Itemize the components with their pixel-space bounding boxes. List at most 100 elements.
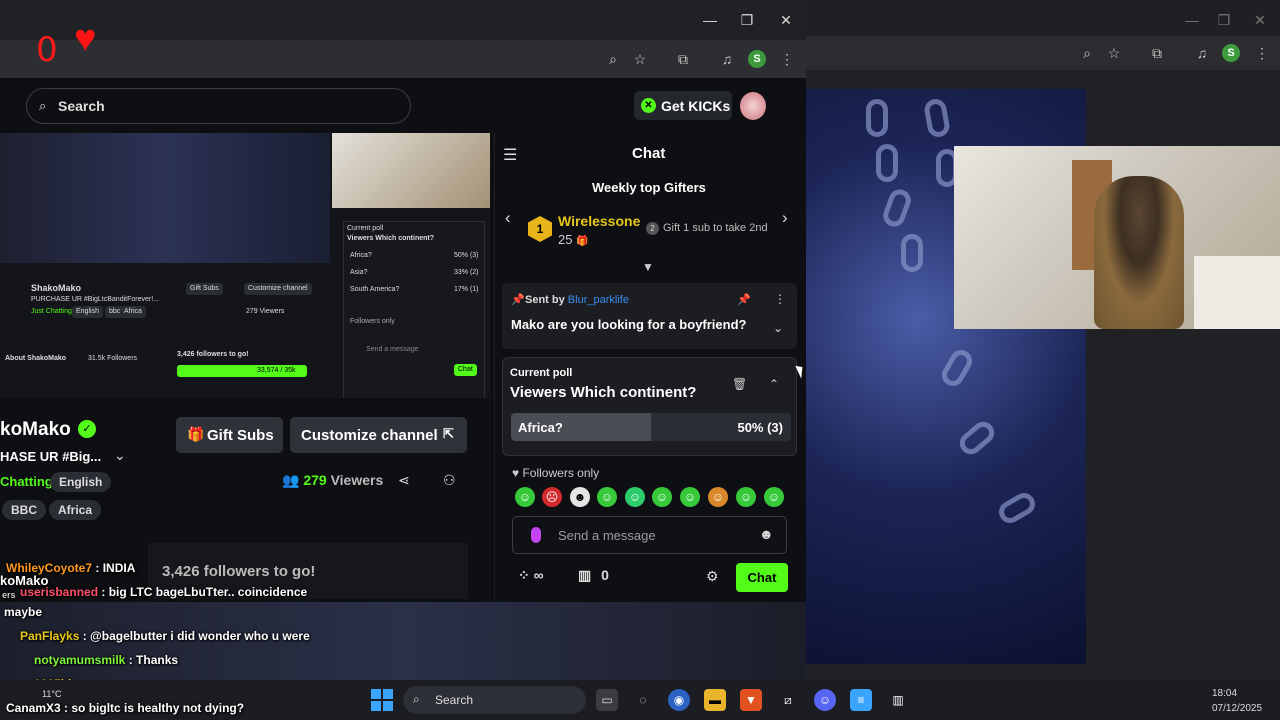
media-icon[interactable]: ♫: [716, 48, 738, 70]
more-options-icon[interactable]: ⋮: [774, 292, 786, 306]
chat-user: userisbanned: [20, 585, 99, 599]
mini-viewers: 279 Viewers: [246, 308, 285, 315]
trash-icon[interactable]: 🗑: [732, 377, 747, 391]
emote-icon[interactable]: ☺: [708, 487, 728, 507]
menu-icon[interactable]: ⋮: [776, 48, 798, 70]
zoom-icon[interactable]: ⌕: [1076, 42, 1098, 64]
emote-icon[interactable]: ☺: [625, 487, 645, 507]
avatar[interactable]: [740, 92, 766, 120]
poll-question: Viewers Which continent?: [510, 384, 697, 401]
tag-language[interactable]: English: [50, 472, 112, 492]
chat-send-button[interactable]: Chat: [736, 563, 788, 592]
clock-time[interactable]: 18:04: [1212, 688, 1237, 699]
emote-icon[interactable]: ☺: [736, 487, 756, 507]
nested-screen: [0, 133, 330, 263]
chevron-down-icon[interactable]: ⌄: [773, 321, 783, 335]
rank-2-icon: 2: [646, 222, 659, 235]
chat-identity-icon[interactable]: [531, 527, 541, 543]
chat-text: : Thanks: [128, 653, 179, 667]
mini-poll-label: Current poll: [347, 225, 384, 232]
unpin-icon[interactable]: 📌: [737, 293, 751, 306]
extension-icon[interactable]: ⧉: [672, 48, 694, 70]
chat-message-input[interactable]: Send a message ☻: [512, 516, 787, 554]
follow-user-icon[interactable]: ⚇: [443, 472, 456, 489]
scroll-indicator-icon[interactable]: ▼: [642, 260, 654, 274]
get-kicks-label: Get KICKs: [661, 98, 731, 114]
folder-icon[interactable]: ▬: [704, 689, 726, 711]
chrome-icon[interactable]: ◉: [668, 689, 690, 711]
zoom-icon[interactable]: ⌕: [602, 48, 624, 70]
audio-app-icon[interactable]: ▥: [887, 689, 909, 711]
chevron-up-icon[interactable]: ⌃: [769, 377, 779, 391]
pin-icon: 📌: [511, 294, 525, 306]
search-icon: ⌕: [413, 692, 420, 706]
emote-icon[interactable]: ☹: [542, 487, 562, 507]
gift-balance[interactable]: ▥ 0: [578, 567, 609, 584]
customize-channel-button[interactable]: Customize channel ⇱: [290, 417, 467, 453]
menu-icon[interactable]: ⋮: [1251, 42, 1273, 64]
task-view-icon[interactable]: ▭: [596, 689, 618, 711]
pinned-text: Mako are you looking for a boyfriend?: [511, 317, 747, 332]
gift-icon: 🎁: [187, 426, 205, 442]
minimize-icon[interactable]: —: [1182, 10, 1202, 30]
star-icon[interactable]: ☆: [1103, 42, 1125, 64]
emote-icon[interactable]: ☺: [515, 487, 535, 507]
profile-icon[interactable]: S: [748, 50, 766, 68]
emote-icon[interactable]: ☺: [597, 487, 617, 507]
media-icon[interactable]: ♫: [1191, 42, 1213, 64]
maximize-icon[interactable]: ❐: [1214, 10, 1234, 30]
mini-poll-option: Asia?: [350, 269, 368, 276]
emote-icon[interactable]: ☺: [652, 487, 672, 507]
chevron-right-icon[interactable]: ›: [782, 208, 788, 228]
top-gifter-name[interactable]: Wirelessone: [558, 213, 640, 229]
chevron-left-icon[interactable]: ‹: [505, 208, 511, 228]
mini-poll-value: 50% (3): [454, 252, 479, 259]
star-icon[interactable]: ☆: [629, 48, 651, 70]
notepad-icon[interactable]: ≡: [850, 689, 872, 711]
gear-icon[interactable]: ⚙: [706, 568, 719, 585]
emote-icon[interactable]: ☺: [680, 487, 700, 507]
extension-icon[interactable]: ⧉: [1146, 42, 1168, 64]
pinned-user[interactable]: Blur_parklife: [568, 294, 629, 306]
get-kicks-button[interactable]: ✕ Get KICKs: [634, 91, 732, 120]
tag[interactable]: BBC: [2, 500, 46, 520]
brave-icon[interactable]: ▼: [740, 689, 762, 711]
emoji-icon[interactable]: ☻: [759, 526, 774, 542]
top-gifter-count: 25 🎁: [558, 232, 589, 247]
share-icon[interactable]: ⋖: [398, 472, 410, 489]
kicks-balance[interactable]: ⁘ ∞: [518, 567, 544, 584]
stream-video[interactable]: ShakoMako PURCHASE UR #BigLtcBanditForev…: [0, 133, 490, 398]
close-icon[interactable]: ✕: [1250, 10, 1270, 30]
collapse-chat-icon[interactable]: ☰: [503, 145, 517, 165]
windows-start-icon[interactable]: [371, 689, 393, 711]
overlay-chat-line: userisbanned : big LTC bageLbuTter.. coi…: [20, 585, 307, 599]
gift-subs-button[interactable]: 🎁 Gift Subs: [176, 417, 283, 453]
clock-date[interactable]: 07/12/2025: [1212, 703, 1262, 714]
emote-icon[interactable]: ☺: [764, 487, 784, 507]
profile-icon[interactable]: S: [1222, 44, 1240, 62]
gift-subs-label: Gift Subs: [207, 427, 274, 444]
webcam-feed: [954, 146, 1280, 329]
pinned-message[interactable]: 📌 Sent by Blur_parklife Mako are you loo…: [502, 283, 797, 349]
chat-user: CanamX3: [6, 701, 61, 715]
discord-icon[interactable]: ☺: [814, 689, 836, 711]
poll-option[interactable]: Africa? 50% (3): [511, 413, 791, 441]
weather-widget[interactable]: 11°C: [42, 689, 61, 699]
mini-followers: 31.5k Followers: [88, 355, 138, 362]
minimize-icon[interactable]: —: [700, 10, 720, 30]
close-icon[interactable]: ✕: [776, 10, 796, 30]
followers-only-notice: ♥ Followers only: [512, 466, 599, 480]
search-input[interactable]: ⌕ Search: [26, 88, 411, 124]
emote-icon[interactable]: ☻: [570, 487, 590, 507]
kick-token-icon: ⁘: [518, 567, 530, 583]
channel-name[interactable]: koMako: [0, 419, 71, 441]
mini-poll-question: Viewers Which continent?: [347, 235, 434, 242]
chevron-down-icon[interactable]: ⌄: [114, 447, 126, 464]
app-icon[interactable]: ⧄: [777, 689, 799, 711]
tag[interactable]: Africa: [49, 500, 102, 520]
category-link[interactable]: Chatting: [0, 474, 53, 489]
kick-coin-icon: ✕: [641, 98, 656, 113]
maximize-icon[interactable]: ❐: [737, 10, 757, 30]
taskbar-search[interactable]: ⌕ Search: [403, 686, 586, 714]
app-icon[interactable]: ◌: [632, 689, 654, 711]
